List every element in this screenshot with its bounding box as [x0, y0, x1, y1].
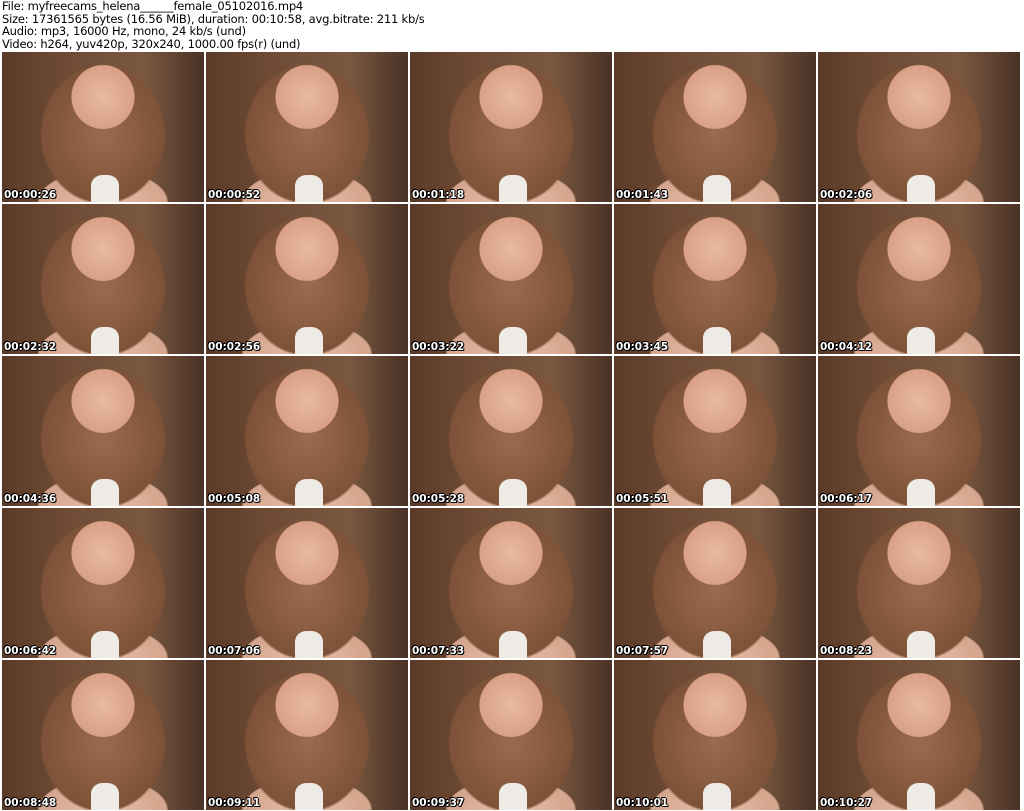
timestamp: 00:02:56	[208, 341, 261, 353]
video-thumbnail: 00:07:06	[206, 508, 408, 658]
timestamp: 00:09:37	[412, 797, 465, 809]
thumbnail-image-detail	[294, 783, 324, 810]
video-info: Video: h264, yuv420p, 320x240, 1000.00 f…	[2, 36, 301, 51]
thumbnail-image-detail	[906, 175, 936, 202]
thumbnail-image-detail	[294, 479, 324, 506]
timestamp: 00:06:42	[4, 645, 57, 657]
timestamp: 00:08:23	[820, 645, 873, 657]
timestamp: 00:05:08	[208, 493, 261, 505]
thumbnail-image-detail	[702, 175, 732, 202]
video-thumbnail: 00:08:48	[2, 660, 204, 810]
timestamp: 00:04:36	[4, 493, 57, 505]
video-thumbnail: 00:03:22	[410, 204, 612, 354]
thumbnail-image-detail	[498, 783, 528, 810]
thumbnail-image-detail	[90, 175, 120, 202]
thumbnail-image-detail	[294, 175, 324, 202]
timestamp: 00:02:06	[820, 189, 873, 201]
video-thumbnail: 00:07:33	[410, 508, 612, 658]
timestamp: 00:10:01	[616, 797, 669, 809]
video-thumbnail: 00:09:11	[206, 660, 408, 810]
timestamp: 00:07:33	[412, 645, 465, 657]
video-thumbnail: 00:02:56	[206, 204, 408, 354]
video-thumbnail: 00:07:57	[614, 508, 816, 658]
timestamp: 00:00:26	[4, 189, 57, 201]
video-thumbnail: 00:02:06	[818, 52, 1020, 202]
thumbnail-image-detail	[702, 783, 732, 810]
thumbnail-image-detail	[702, 479, 732, 506]
timestamp: 00:02:32	[4, 341, 57, 353]
video-thumbnail: 00:03:45	[614, 204, 816, 354]
thumbnail-image-detail	[294, 327, 324, 354]
timestamp: 00:01:18	[412, 189, 465, 201]
video-thumbnail: 00:04:36	[2, 356, 204, 506]
thumbnail-image-detail	[906, 479, 936, 506]
timestamp: 00:05:51	[616, 493, 669, 505]
timestamp: 00:08:48	[4, 797, 57, 809]
video-thumbnail: 00:00:26	[2, 52, 204, 202]
video-thumbnail: 00:00:52	[206, 52, 408, 202]
video-thumbnail: 00:02:32	[2, 204, 204, 354]
timestamp: 00:00:52	[208, 189, 261, 201]
timestamp: 00:09:11	[208, 797, 261, 809]
thumbnail-image-detail	[906, 783, 936, 810]
thumbnail-image-detail	[90, 327, 120, 354]
thumbnail-image-detail	[498, 175, 528, 202]
timestamp: 00:07:06	[208, 645, 261, 657]
video-thumbnail: 00:05:51	[614, 356, 816, 506]
video-thumbnail: 00:05:08	[206, 356, 408, 506]
video-thumbnail: 00:04:12	[818, 204, 1020, 354]
audio-info: Audio: mp3, 16000 Hz, mono, 24 kb/s (und…	[2, 24, 246, 38]
timestamp: 00:03:22	[412, 341, 465, 353]
thumbnail-image-detail	[90, 631, 120, 658]
file-name: File: myfreecams_helena______female_0510…	[2, 0, 304, 13]
thumbnail-image-detail	[90, 479, 120, 506]
timestamp: 00:04:12	[820, 341, 873, 353]
timestamp: 00:07:57	[616, 645, 669, 657]
thumbnail-image-detail	[906, 631, 936, 658]
thumbnail-image-detail	[498, 631, 528, 658]
thumbnail-image-detail	[498, 479, 528, 506]
video-thumbnail: 00:05:28	[410, 356, 612, 506]
thumbnail-image-detail	[702, 631, 732, 658]
video-thumbnail: 00:01:18	[410, 52, 612, 202]
thumbnail-image-detail	[906, 327, 936, 354]
thumbnail-image-detail	[90, 783, 120, 810]
timestamp: 00:10:27	[820, 797, 873, 809]
thumbnail-image-detail	[498, 327, 528, 354]
timestamp: 00:05:28	[412, 493, 465, 505]
video-thumbnail: 00:08:23	[818, 508, 1020, 658]
timestamp: 00:06:17	[820, 493, 873, 505]
thumbnail-image-detail	[294, 631, 324, 658]
timestamp: 00:03:45	[616, 341, 669, 353]
thumbnail-image-detail	[702, 327, 732, 354]
video-thumbnail: 00:06:17	[818, 356, 1020, 506]
video-thumbnail: 00:10:27	[818, 660, 1020, 810]
file-info: File: myfreecams_helena______female_0510…	[2, 0, 425, 50]
thumbnail-grid: 00:00:26 00:00:52 00:01:18 00:01:43 00:02:06…	[2, 52, 1020, 810]
video-thumbnail: 00:06:42	[2, 508, 204, 658]
video-thumbnail: 00:01:43	[614, 52, 816, 202]
video-thumbnail: 00:09:37	[410, 660, 612, 810]
video-thumbnail: 00:10:01	[614, 660, 816, 810]
timestamp: 00:01:43	[616, 189, 669, 201]
